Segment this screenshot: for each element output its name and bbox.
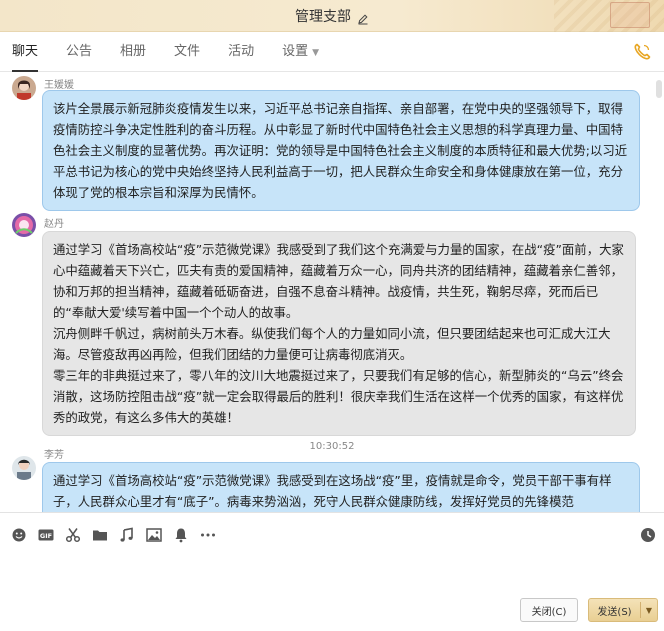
message-bubble[interactable]: 通过学习《首场高校站“疫”示范微党课》我感受到在这场战“疫”里，疫情就是命令，党…	[42, 462, 640, 512]
sender-name: 王媛媛	[44, 80, 74, 91]
folder-icon[interactable]	[91, 526, 109, 544]
send-button-label: 发送(S)	[597, 606, 632, 618]
svg-text:GIF: GIF	[40, 532, 52, 540]
sender-name: 赵丹	[44, 219, 64, 230]
input-toolbar: GIF	[0, 512, 664, 556]
phone-icon[interactable]	[632, 42, 652, 62]
tab-album[interactable]: 相册	[120, 32, 146, 72]
message-bubble[interactable]: 该片全景展示新冠肺炎疫情发生以来，习近平总书记亲自指挥、亲自部署，在党中央的坚强…	[42, 90, 640, 211]
tab-announcement[interactable]: 公告	[66, 32, 92, 72]
chat-history[interactable]: 王媛媛 该片全景展示新冠肺炎疫情发生以来，习近平总书记亲自指挥、亲自部署，在党中…	[0, 72, 664, 512]
image-icon[interactable]	[145, 526, 163, 544]
chevron-down-icon[interactable]: ▼	[641, 606, 657, 615]
tab-files[interactable]: 文件	[174, 32, 200, 72]
edit-icon[interactable]	[357, 10, 369, 24]
scrollbar[interactable]	[656, 80, 662, 98]
more-icon[interactable]	[199, 526, 217, 544]
message-bubble[interactable]: 通过学习《首场高校站“疫”示范微党课》我感受到了我们这个充满爱与力量的国家，在战…	[42, 231, 636, 436]
scissors-icon[interactable]	[64, 526, 82, 544]
window-title: 管理支部	[295, 8, 351, 25]
close-button[interactable]: 关闭(C)	[520, 598, 578, 622]
tab-settings[interactable]: 设置 ▼	[282, 32, 319, 72]
avatar[interactable]	[12, 456, 36, 480]
tab-activity[interactable]: 活动	[228, 32, 254, 72]
message-paragraph: 沉舟侧畔千帆过，病树前头万木春。纵使我们每个人的力量如同小流，但只要团结起来也可…	[53, 326, 611, 362]
message-text: 通过学习《首场高校站“疫”示范微党课》我感受到在这场战“疫”里，疫情就是命令，党…	[53, 473, 612, 509]
message-timestamp: 10:30:52	[309, 441, 355, 452]
tab-settings-label: 设置	[282, 43, 309, 59]
gif-icon[interactable]: GIF	[37, 526, 55, 544]
message-paragraph: 零三年的非典挺过来了，零八年的汶川大地震挺过来了，只要我们有足够的信心，新型肺炎…	[53, 368, 624, 425]
clock-icon[interactable]	[640, 527, 656, 543]
send-button[interactable]: 发送(S) ▼	[588, 598, 658, 622]
message-paragraph: 通过学习《首场高校站“疫”示范微党课》我感受到了我们这个充满爱与力量的国家，在战…	[53, 242, 624, 320]
title-bar: 管理支部	[0, 0, 664, 32]
avatar[interactable]	[12, 213, 36, 237]
chevron-down-icon: ▼	[312, 47, 320, 58]
sender-name: 李芳	[44, 450, 64, 461]
message-input[interactable]	[0, 556, 664, 596]
bell-icon[interactable]	[172, 526, 190, 544]
emoji-icon[interactable]	[10, 526, 28, 544]
tab-bar: 聊天 公告 相册 文件 活动 设置 ▼	[0, 32, 664, 72]
title-decoration-stamp	[610, 2, 650, 28]
message-text: 该片全景展示新冠肺炎疫情发生以来，习近平总书记亲自指挥、亲自部署，在党中央的坚强…	[53, 101, 628, 200]
avatar[interactable]	[12, 76, 36, 100]
tab-chat[interactable]: 聊天	[12, 32, 39, 72]
music-icon[interactable]	[118, 526, 136, 544]
